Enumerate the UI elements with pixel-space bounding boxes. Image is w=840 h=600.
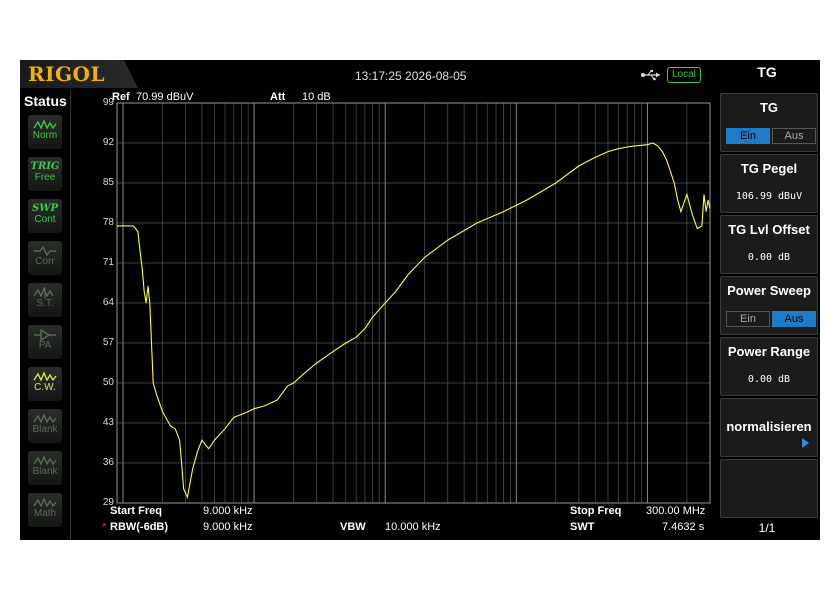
y-tick-label: 36 [102,457,114,468]
status-label: Norm [32,130,58,141]
stop-freq-label: Stop Freq [570,505,622,517]
status-label: Cont [34,214,56,225]
y-tick-label: 92 [102,137,114,148]
y-tick-label: 99 [102,97,114,108]
tg-toggle-button[interactable]: TG Ein Aus [720,93,818,152]
spectrum-trace [117,142,711,500]
start-freq-label: Start Freq [110,505,162,517]
y-tick-label: 64 [102,297,114,308]
power-sweep-off-option[interactable]: Aus [772,311,816,327]
spectrum-graph[interactable] [72,90,717,540]
tg-level-offset-button[interactable]: TG Lvl Offset 0.00 dB [720,215,818,274]
att-value[interactable]: 10 dB [302,91,331,103]
ref-label: Ref [112,91,130,103]
softkey-label: TG Pegel [740,161,798,176]
y-tick-label: 78 [102,217,114,228]
softkey-label: normalisieren [726,419,812,434]
status-title: Status [24,93,67,109]
status-word: TRIG [30,161,60,172]
start-freq-value[interactable]: 9.000 kHz [203,505,253,517]
status-swp[interactable]: SWP Cont [28,199,62,233]
status-label: Math [33,508,57,519]
status-blank-1[interactable]: Blank [28,409,62,443]
status-label: PA [38,340,52,351]
status-label: S.T. [36,298,54,309]
status-pa[interactable]: PA [28,325,62,359]
submenu-arrow-icon [802,438,809,448]
softkey-value: 0.00 dB [747,252,791,263]
softkey-value: 106.99 dBuV [735,191,803,202]
status-label: C.W. [34,382,56,393]
att-label: Att [270,91,286,103]
rbw-label: RBW(-6dB) [110,521,169,533]
power-sweep-button[interactable]: Power Sweep Ein Aus [720,276,818,335]
softkey-panel: TG TG Ein Aus TG Pegel 106.99 dBuV TG Lv… [717,60,820,540]
softkey-value: 0.00 dB [747,374,791,385]
y-tick-label: 57 [102,337,114,348]
plot-grid [116,102,711,504]
status-trace-norm[interactable]: Norm [28,115,62,149]
status-trig[interactable]: TRIG Free [28,157,62,191]
status-word: SWP [32,203,58,214]
softkey-label: Power Range [727,344,811,359]
swt-label: SWT [570,521,595,533]
y-tick-label: 85 [102,177,114,188]
rbw-manual-marker: * [102,521,107,533]
status-corr[interactable]: Corr [28,241,62,275]
status-label: Free [34,172,56,183]
stop-freq-value[interactable]: 300.00 MHz [646,505,705,517]
tg-off-option[interactable]: Aus [772,128,816,144]
vbw-value[interactable]: 10.000 kHz [385,521,441,533]
brand-text: RIGOL [28,62,106,86]
status-math[interactable]: Math [28,493,62,527]
status-cw[interactable]: C.W. [28,367,62,401]
power-sweep-on-option[interactable]: Ein [726,311,770,327]
y-tick-label: 71 [102,257,114,268]
rbw-value[interactable]: 9.000 kHz [203,521,253,533]
power-range-button[interactable]: Power Range 0.00 dB [720,337,818,396]
status-st[interactable]: S.T. [28,283,62,317]
softkey-label: TG [759,100,779,115]
local-badge[interactable]: Local [667,67,701,83]
status-label: Blank [32,466,58,477]
y-tick-label: 50 [102,377,114,388]
y-tick-label: 43 [102,417,114,428]
softkey-label: Power Sweep [727,283,811,298]
tg-on-option[interactable]: Ein [726,128,770,144]
empty-softkey[interactable] [720,459,818,518]
rigol-logo: RIGOL [20,60,138,88]
menu-title: TG [757,64,777,80]
status-label: Corr [35,256,55,267]
status-blank-2[interactable]: Blank [28,451,62,485]
normalize-button[interactable]: normalisieren [720,398,818,457]
spectrum-plot[interactable]: 99 92 85 78 71 64 57 50 43 36 29 Ref 70.99 dBuV At… [72,90,717,540]
tg-toggle[interactable]: Ein Aus [726,128,816,144]
status-label: Blank [32,424,58,435]
analyzer-screen: RIGOL 13:17:25 2026-08-05 Local Status N… [20,60,820,540]
vbw-label: VBW [340,521,366,533]
tg-level-button[interactable]: TG Pegel 106.99 dBuV [720,154,818,213]
status-column: Status Norm TRIG Free SWP Cont Corr S.T.… [20,90,71,540]
softkey-label: TG Lvl Offset [728,222,810,237]
usb-icon [641,70,660,81]
date-time: 13:17:25 2026-08-05 [355,69,467,83]
power-sweep-toggle[interactable]: Ein Aus [726,311,816,327]
top-bar: RIGOL 13:17:25 2026-08-05 Local [20,60,717,90]
page-indicator: 1/1 [758,521,776,535]
ref-value[interactable]: 70.99 dBuV [136,91,194,103]
swt-value[interactable]: 7.4632 s [662,521,704,533]
